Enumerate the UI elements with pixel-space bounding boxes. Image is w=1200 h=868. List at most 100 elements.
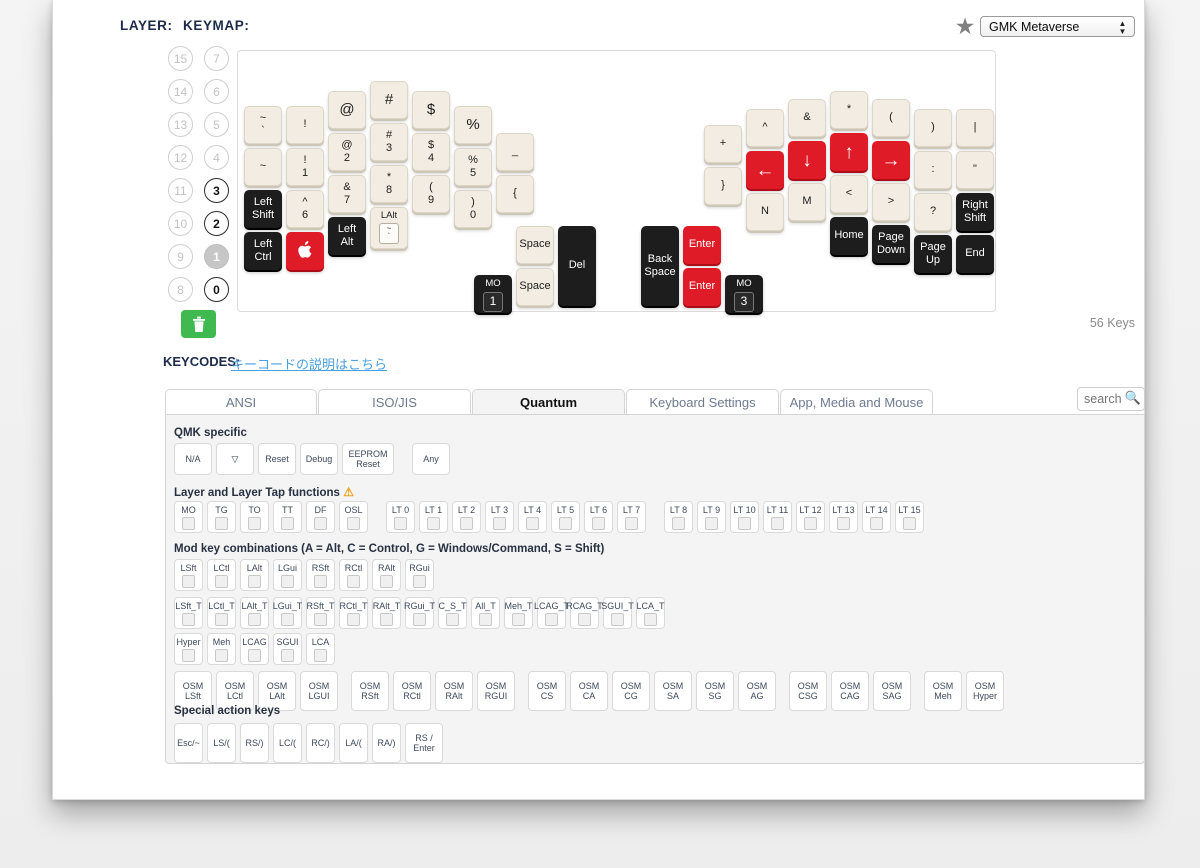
keycode-button[interactable]: LAlt_T	[240, 597, 269, 629]
keycode-param-box[interactable]	[446, 612, 459, 626]
k-dollar-top[interactable]: $	[412, 91, 450, 129]
keycode-button[interactable]: RCAG_T	[566, 597, 603, 629]
layer-button-8[interactable]: 8	[168, 277, 193, 302]
k-home[interactable]: Home	[830, 217, 868, 255]
keycode-button[interactable]: OSM Hyper	[966, 671, 1004, 711]
search-icon[interactable]: 🔍	[1125, 390, 1141, 406]
k-n[interactable]: N	[746, 193, 784, 231]
keycode-button[interactable]: OSM CA	[570, 671, 608, 711]
k-2[interactable]: @2	[328, 133, 366, 171]
keycode-param-box[interactable]	[578, 612, 591, 626]
keycode-button[interactable]: LS/(	[207, 723, 236, 763]
keycode-button[interactable]: DF	[306, 501, 335, 533]
k-mo1[interactable]: MO 1	[474, 275, 512, 313]
keycode-button[interactable]: Reset	[258, 443, 296, 475]
keymap-select[interactable]: GMK Metaverse ▲ ▼	[980, 16, 1135, 37]
k-mo3[interactable]: MO 3	[725, 275, 763, 313]
keycode-param-box[interactable]	[347, 612, 360, 626]
keycode-button[interactable]: LGui	[273, 559, 302, 591]
tab-keyboard-settings[interactable]: Keyboard Settings	[626, 389, 779, 415]
keycode-button[interactable]: OSM RAlt	[435, 671, 473, 711]
keycode-button[interactable]: LT 1	[419, 501, 448, 533]
k-colon[interactable]: :	[914, 151, 952, 189]
keycode-param-box[interactable]	[413, 574, 426, 588]
keycode-button[interactable]: LCtl	[207, 559, 236, 591]
layer-button-10[interactable]: 10	[168, 211, 193, 236]
keycode-param-box[interactable]	[413, 612, 426, 626]
keycode-button[interactable]: LT 8	[664, 501, 693, 533]
k-del[interactable]: Del	[558, 226, 596, 306]
keycode-param-box[interactable]	[545, 612, 558, 626]
k-enter-1[interactable]: Enter	[683, 226, 721, 264]
keycode-param-box[interactable]	[314, 574, 327, 588]
keycode-param-box[interactable]	[314, 648, 327, 662]
k-m[interactable]: M	[788, 183, 826, 221]
keycode-button[interactable]: ▽	[216, 443, 254, 475]
keycode-param-box[interactable]	[705, 516, 718, 530]
k-3[interactable]: #3	[370, 123, 408, 161]
keycode-button[interactable]: LT 9	[697, 501, 726, 533]
keycode-button[interactable]: OSM SAG	[873, 671, 911, 711]
keycode-button[interactable]: LT 6	[584, 501, 613, 533]
k-6[interactable]: ^ 6	[286, 190, 324, 228]
k-lalt[interactable]: Left Alt	[328, 217, 366, 255]
keycode-button[interactable]: OSM CSG	[789, 671, 827, 711]
layer-button-14[interactable]: 14	[168, 79, 193, 104]
keycode-param-box[interactable]	[182, 516, 195, 530]
tab-quantum[interactable]: Quantum	[472, 389, 625, 415]
keycode-param-box[interactable]	[460, 516, 473, 530]
keycode-button[interactable]: LCAG	[240, 633, 269, 665]
k-space-1[interactable]: Space	[516, 226, 554, 264]
keymap-canvas[interactable]: ~ `! @ # $% ~! 1 @2 #3 $4% 5 _{Left Shift ^ 6 & 7 * 8(9) 0 L…	[237, 50, 996, 313]
keycode-button[interactable]: TG	[207, 501, 236, 533]
keycode-param-box[interactable]	[182, 648, 195, 662]
keycode-button[interactable]: SGUI_T	[601, 597, 634, 629]
keycode-param-box[interactable]	[837, 516, 850, 530]
keycode-button[interactable]: LT 11	[763, 501, 792, 533]
keycode-button[interactable]: Any	[412, 443, 450, 475]
keycode-param-box[interactable]	[870, 516, 883, 530]
k-lt[interactable]: <	[830, 175, 868, 213]
keycode-param-box[interactable]	[493, 516, 506, 530]
keycode-button[interactable]: RSft	[306, 559, 335, 591]
layer-button-1[interactable]: 1	[204, 244, 229, 269]
k-minus[interactable]: _	[496, 133, 534, 171]
keycodes-help-link[interactable]: キーコードの説明はこちら	[231, 354, 387, 373]
keycode-param-box[interactable]	[215, 648, 228, 662]
keycode-button[interactable]: RA/)	[372, 723, 401, 763]
keycode-button[interactable]: OSM CG	[612, 671, 650, 711]
keycode-param-box[interactable]	[347, 516, 360, 530]
k-star[interactable]: *	[830, 91, 868, 129]
keycode-button[interactable]: OSM SA	[654, 671, 692, 711]
k-percent-top[interactable]: %	[454, 106, 492, 144]
keycode-button[interactable]: All_T	[471, 597, 500, 629]
keycode-button[interactable]: RGui_T	[404, 597, 435, 629]
keycode-button[interactable]: OSL	[339, 501, 368, 533]
keycode-button[interactable]: OSM AG	[738, 671, 776, 711]
keycode-button[interactable]: C_S_T	[438, 597, 467, 629]
keycode-button[interactable]: LCA_T	[636, 597, 665, 629]
keycode-button[interactable]: LT 2	[452, 501, 481, 533]
keycode-param-box[interactable]	[380, 574, 393, 588]
keycode-button[interactable]: Meh	[207, 633, 236, 665]
k-apple[interactable]	[286, 232, 324, 270]
keycode-param-box[interactable]	[347, 574, 360, 588]
keycode-button[interactable]: RGui	[405, 559, 434, 591]
layer-button-7[interactable]: 7	[204, 46, 229, 71]
k-quote[interactable]: "	[956, 151, 994, 189]
keycode-param-box[interactable]	[314, 516, 327, 530]
keycode-param-box[interactable]	[479, 612, 492, 626]
keycode-button[interactable]: RS/)	[240, 723, 269, 763]
keycode-param-box[interactable]	[182, 574, 195, 588]
tab-ansi[interactable]: ANSI	[165, 389, 317, 415]
k-arrow-down[interactable]: ↓	[788, 141, 826, 179]
keycode-button[interactable]: RAlt	[372, 559, 401, 591]
keycode-button[interactable]: RAlt_T	[372, 597, 401, 629]
keycode-param-box[interactable]	[281, 516, 294, 530]
layer-button-2[interactable]: 2	[204, 211, 229, 236]
keycode-param-box[interactable]	[592, 516, 605, 530]
k-8[interactable]: * 8	[370, 165, 408, 203]
keycode-button[interactable]: LT 14	[862, 501, 891, 533]
k-lctrl[interactable]: Left Ctrl	[244, 232, 282, 270]
keycode-button[interactable]: LSft	[174, 559, 203, 591]
